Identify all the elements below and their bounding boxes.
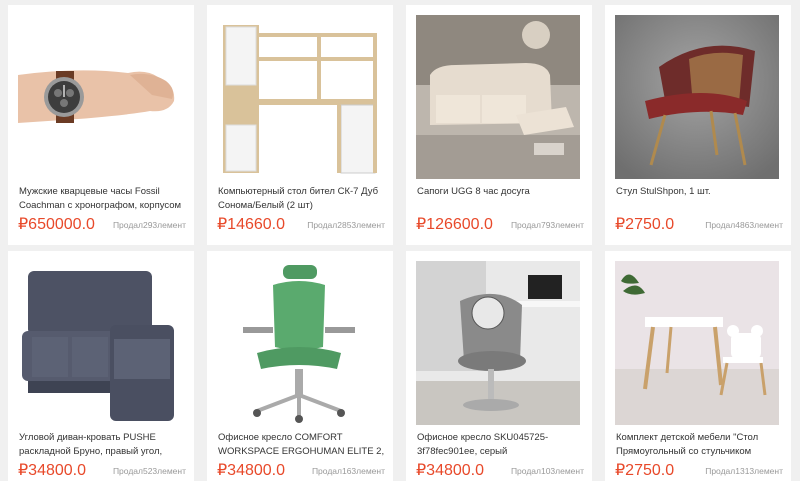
product-price: ₽650000.0	[18, 216, 95, 233]
price-row: ₽126600.0 Продал793лемент	[416, 214, 588, 236]
price-row: ₽14660.0 Продал2853лемент	[217, 214, 389, 236]
price-row: ₽34800.0 Продал103лемент	[416, 460, 588, 481]
product-price: ₽2750.0	[615, 462, 675, 479]
product-title[interactable]: Офисное кресло COMFORT WORKSPACE ERGOHUM…	[218, 431, 386, 461]
price-row: ₽2750.0 Продал1313лемент	[615, 460, 787, 481]
product-price: ₽2750.0	[615, 216, 675, 233]
product-image[interactable]	[18, 15, 182, 179]
product-price: ₽126600.0	[416, 216, 493, 233]
product-title[interactable]: Угловой диван-кровать PUSHE раскладной Б…	[19, 431, 187, 461]
price-row: ₽34800.0 Продал523лемент	[18, 460, 190, 481]
recliner-sofa-icon	[416, 15, 580, 179]
wristwatch-icon	[18, 15, 182, 179]
sold-count: Продал1313лемент	[705, 466, 783, 476]
sold-count: Продал293лемент	[112, 220, 186, 230]
product-card[interactable]: Офисное кресло SKU045725-3f78fec901ee, с…	[406, 251, 592, 481]
product-card[interactable]: Мужские кварцевые часы Fossil Coachman с…	[8, 5, 194, 245]
product-image[interactable]	[18, 261, 182, 425]
product-price: ₽34800.0	[416, 462, 485, 479]
price-row: ₽34800.0 Продал163лемент	[217, 460, 389, 481]
product-card[interactable]: Офисное кресло COMFORT WORKSPACE ERGOHUM…	[207, 251, 393, 481]
sold-count: Продал2853лемент	[307, 220, 385, 230]
product-card[interactable]: Сапоги UGG 8 час досуга ₽126600.0 Продал…	[406, 5, 592, 245]
product-image[interactable]	[217, 15, 381, 179]
office-chair-icon	[217, 261, 381, 425]
product-title[interactable]: Мужские кварцевые часы Fossil Coachman с…	[19, 185, 187, 215]
computer-desk-icon	[217, 15, 381, 179]
product-card[interactable]: Комплект детской мебели "Стол Прямоуголь…	[605, 251, 791, 481]
corner-sofa-icon	[18, 261, 182, 425]
price-row: ₽2750.0 Продал4863лемент	[615, 214, 787, 236]
product-card[interactable]: Угловой диван-кровать PUSHE раскладной Б…	[8, 251, 194, 481]
sold-count: Продал523лемент	[112, 466, 186, 476]
product-card[interactable]: Стул StulShpon, 1 шт. ₽2750.0 Продал4863…	[605, 5, 791, 245]
product-price: ₽34800.0	[18, 462, 87, 479]
product-price: ₽14660.0	[217, 216, 286, 233]
product-title[interactable]: Офисное кресло SKU045725-3f78fec901ee, с…	[417, 431, 585, 461]
product-image[interactable]	[416, 261, 580, 425]
product-card[interactable]: Компьютерный стол бител СК-7 Дуб Сонома/…	[207, 5, 393, 245]
product-price: ₽34800.0	[217, 462, 286, 479]
product-image[interactable]	[416, 15, 580, 179]
product-grid: Мужские кварцевые часы Fossil Coachman с…	[0, 0, 800, 481]
sold-count: Продал4863лемент	[705, 220, 783, 230]
product-title[interactable]: Комплект детской мебели "Стол Прямоуголь…	[616, 431, 784, 461]
product-image[interactable]	[615, 261, 779, 425]
product-title[interactable]: Сапоги UGG 8 час досуга	[417, 185, 585, 215]
sold-count: Продал793лемент	[510, 220, 584, 230]
kids-table-set-icon	[615, 261, 779, 425]
product-title[interactable]: Стул StulShpon, 1 шт.	[616, 185, 784, 215]
product-image[interactable]	[217, 261, 381, 425]
sold-count: Продал103лемент	[510, 466, 584, 476]
product-image[interactable]	[615, 15, 779, 179]
price-row: ₽650000.0 Продал293лемент	[18, 214, 190, 236]
product-title[interactable]: Компьютерный стол бител СК-7 Дуб Сонома/…	[218, 185, 386, 215]
sold-count: Продал163лемент	[311, 466, 385, 476]
swivel-chair-icon	[416, 261, 580, 425]
armchair-icon	[615, 15, 779, 179]
